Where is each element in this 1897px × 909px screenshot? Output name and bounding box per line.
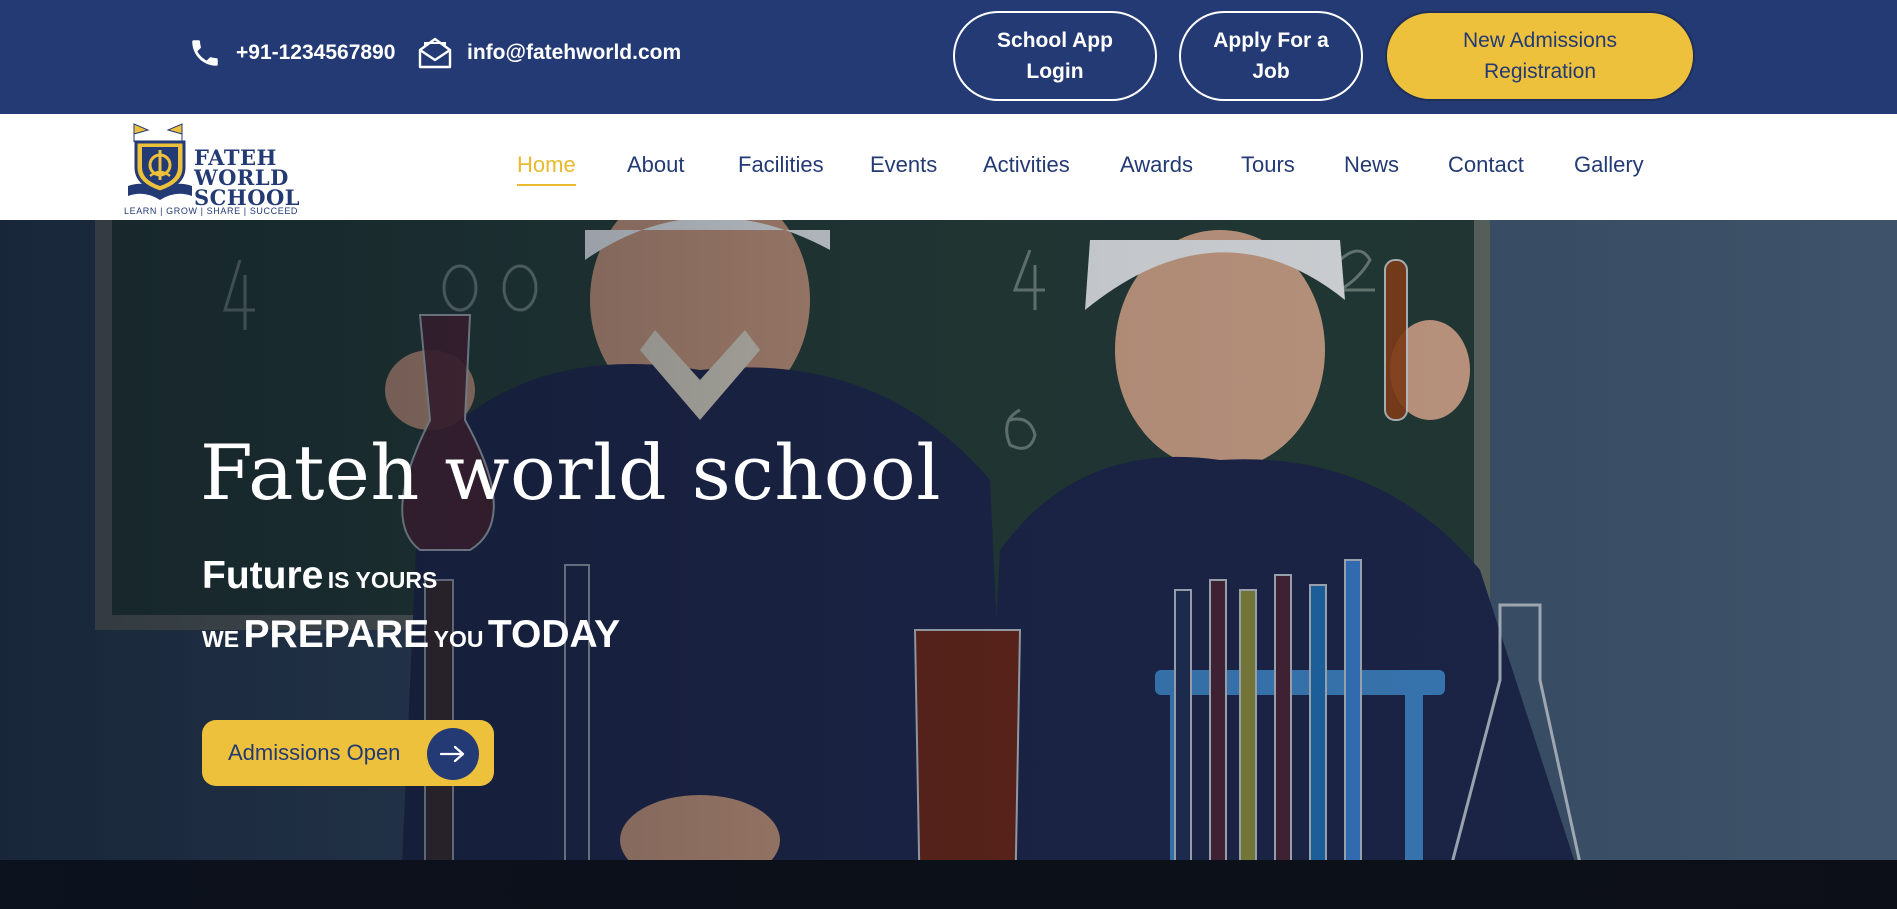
nav-gallery[interactable]: Gallery — [1574, 152, 1644, 184]
button-label-line: New Admissions — [1462, 29, 1618, 52]
button-label-line: Registration — [1483, 60, 1597, 83]
nav-facilities[interactable]: Facilities — [738, 152, 824, 184]
nav-home[interactable]: Home — [517, 152, 576, 186]
tagline-word: TODAY — [487, 613, 621, 656]
nav-awards[interactable]: Awards — [1120, 152, 1193, 184]
school-app-login-button[interactable]: School App Login — [953, 11, 1157, 101]
nav-events[interactable]: Events — [870, 152, 937, 184]
button-label-line: Apply For a — [1213, 29, 1329, 52]
nav-activities[interactable]: Activities — [983, 152, 1070, 184]
phone-contact[interactable]: +91-1234567890 — [188, 36, 395, 70]
admissions-open-button[interactable]: Admissions Open — [202, 720, 494, 786]
nav-about[interactable]: About — [627, 152, 685, 184]
nav-news[interactable]: News — [1344, 152, 1399, 184]
envelope-icon — [417, 36, 453, 70]
button-label-line: Login — [1026, 60, 1084, 83]
hero-banner: Fateh world school Future IS YOURS WE PR… — [0, 220, 1897, 909]
primary-nav: Home About Facilities Events Activities … — [0, 152, 1897, 192]
phone-number: +91-1234567890 — [236, 41, 396, 64]
arrow-right-icon — [427, 728, 479, 780]
hero-tagline-line1: Future IS YOURS — [202, 554, 437, 598]
tagline-word: YOU — [433, 626, 484, 652]
cta-label: Admissions Open — [228, 740, 401, 765]
apply-job-button[interactable]: Apply For a Job — [1179, 11, 1363, 101]
top-bar: +91-1234567890 info@fatehworld.com Schoo… — [0, 0, 1897, 114]
logo-tagline: LEARN | GROW | SHARE | SUCCEED — [124, 206, 299, 216]
hero-title: Fateh world school — [200, 428, 942, 517]
main-navbar: FATEH WORLD SCHOOL LEARN | GROW | SHARE … — [0, 114, 1897, 220]
button-label-line: Job — [1252, 60, 1290, 83]
email-contact[interactable]: info@fatehworld.com — [417, 36, 681, 70]
new-admissions-registration-button[interactable]: New Admissions Registration — [1385, 11, 1695, 101]
email-address: info@fatehworld.com — [467, 41, 682, 64]
tagline-word: PREPARE — [243, 613, 430, 656]
tagline-word: Future — [202, 554, 324, 597]
phone-icon — [188, 36, 222, 70]
tagline-word: IS YOURS — [327, 567, 438, 593]
nav-tours[interactable]: Tours — [1241, 152, 1295, 184]
tagline-word: WE — [202, 626, 240, 652]
button-label-line: School App — [997, 29, 1113, 52]
hero-tagline-line2: WE PREPARE YOU TODAY — [202, 613, 620, 657]
nav-contact[interactable]: Contact — [1448, 152, 1524, 184]
